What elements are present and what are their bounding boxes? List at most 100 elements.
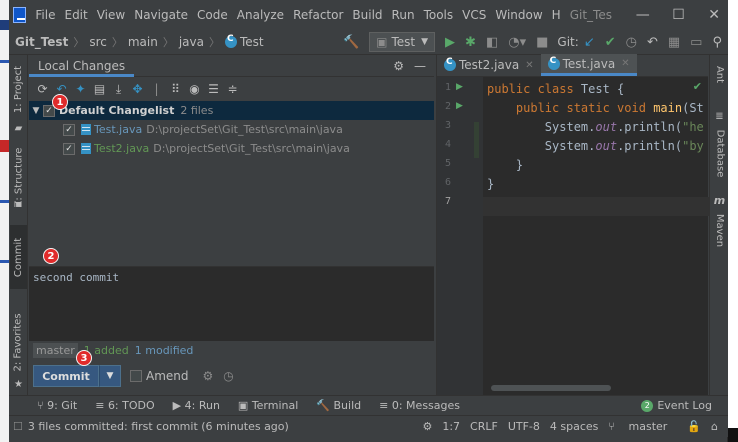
collapse-all-icon[interactable]: ≑ [223, 82, 242, 96]
menu-edit[interactable]: Edit [64, 8, 87, 22]
shelf-icon[interactable]: ▤ [90, 82, 109, 96]
menu-code[interactable]: Code [197, 8, 228, 22]
git-commit-icon[interactable]: ✔ [605, 35, 616, 50]
close-tab-icon[interactable]: ✕ [621, 58, 629, 69]
toggle-panels-icon[interactable]: ☐ [13, 420, 23, 433]
build-hammer-icon: 🔨 [316, 399, 334, 412]
menu-run[interactable]: Run [392, 8, 415, 22]
commit-options-chevron-down-icon[interactable]: ▼ [99, 365, 121, 387]
tab-maven[interactable]: Maven [711, 207, 728, 253]
line-separator[interactable]: CRLF [470, 420, 498, 433]
breadcrumb-file[interactable]: Test [224, 34, 264, 49]
indent-setting[interactable]: 4 spaces [550, 420, 599, 433]
star-icon: ★ [14, 378, 23, 390]
file-row[interactable]: ✓ Test2.java D:\projectSet\Git_Test\src\… [29, 139, 434, 158]
status-message[interactable]: 3 files committed: first commit (6 minut… [28, 420, 289, 433]
minimize-button[interactable]: — [629, 7, 657, 23]
file-encoding[interactable]: UTF-8 [508, 420, 540, 433]
branch-chip[interactable]: master [33, 343, 78, 358]
git-branch-widget[interactable]: ⑂ master [608, 420, 677, 433]
modified-count[interactable]: 1 modified [135, 344, 194, 357]
menu-vcs[interactable]: VCS [462, 8, 486, 22]
sync-icon[interactable]: ⚙ [422, 420, 432, 433]
stop-icon[interactable]: ■ [536, 35, 548, 50]
hide-panel-icon[interactable]: — [414, 59, 426, 73]
commit-button[interactable]: Commit [33, 365, 99, 387]
diff-icon[interactable]: ✦ [71, 82, 90, 96]
terminal-icon: ▣ [237, 399, 252, 412]
breadcrumb-src[interactable]: src [89, 35, 107, 49]
file-name: Test2.java [94, 142, 150, 155]
close-tab-icon[interactable]: ✕ [525, 60, 533, 71]
menu-build[interactable]: Build [352, 8, 382, 22]
group-by-icon[interactable]: ⠿ [166, 82, 185, 96]
search-icon[interactable]: ⚲ [712, 35, 722, 50]
file-row[interactable]: ✓ Test.java D:\projectSet\Git_Test\src\m… [29, 120, 434, 139]
menu-navigate[interactable]: Navigate [134, 8, 188, 22]
menu-tools[interactable]: Tools [424, 8, 454, 22]
amend-checkbox[interactable] [130, 370, 142, 382]
menu-file[interactable]: File [35, 8, 55, 22]
file-checkbox[interactable]: ✓ [63, 142, 75, 155]
git-rollback-icon[interactable]: ↶ [647, 35, 658, 50]
gear-icon[interactable]: ⚙ [393, 59, 404, 73]
profile-icon[interactable]: ◔▾ [508, 35, 526, 50]
git-update-icon[interactable]: ↙ [584, 35, 595, 50]
build-hammer-icon[interactable]: 🔨 [343, 35, 359, 50]
tool-terminal[interactable]: ▣ Terminal [238, 399, 298, 412]
debug-icon[interactable]: ✱ [465, 35, 476, 50]
editor-tab-test[interactable]: Test.java ✕ [540, 54, 637, 76]
status-widgets: ⚙ 1:7 CRLF UTF-8 4 spaces ⑂ master 🔓 ⌂ [422, 420, 728, 433]
horizontal-scrollbar[interactable] [491, 385, 611, 391]
tool-git[interactable]: ⑂ 9: Git [37, 399, 77, 412]
tab-project[interactable]: 1: Project [10, 57, 27, 121]
maximize-button[interactable]: ☐ [665, 7, 693, 23]
tool-todo[interactable]: ≡ 6: TODO [95, 399, 154, 412]
git-history-icon[interactable]: ◷ [626, 35, 637, 50]
tool-event-log[interactable]: 2 Event Log [641, 399, 712, 412]
editor-tab-test2[interactable]: Test2.java ✕ [437, 54, 541, 76]
move-icon[interactable]: ✥ [128, 82, 147, 96]
lock-icon[interactable]: 🔓 [687, 420, 701, 433]
commit-history-clock-icon[interactable]: ◷ [223, 369, 233, 383]
refresh-icon[interactable]: ⟳ [33, 82, 52, 96]
run-configuration-select[interactable]: ▣ Test ▼ [369, 32, 436, 52]
unshelve-icon[interactable]: ⤓ [109, 82, 128, 97]
run-icon[interactable]: ▶ [445, 35, 455, 50]
tab-ant[interactable]: Ant [711, 59, 728, 89]
tab-favorites[interactable]: 2: Favorites [10, 303, 27, 381]
breadcrumb-main[interactable]: main [128, 35, 158, 49]
menu-window[interactable]: Window [495, 8, 542, 22]
preview-icon[interactable]: ◉ [185, 82, 204, 96]
breadcrumb-project[interactable]: Git_Test [15, 35, 68, 49]
tool-build[interactable]: 🔨 Build [316, 399, 361, 412]
close-button[interactable]: ✕ [700, 7, 728, 23]
collapse-triangle-icon[interactable]: ▼ [29, 106, 43, 116]
expand-all-icon[interactable]: ☰ [204, 82, 223, 96]
presentation-icon[interactable]: ▭ [690, 35, 702, 50]
changelist-row[interactable]: ▼ ✓ Default Changelist 2 files [29, 101, 434, 120]
coverage-icon[interactable]: ◧ [486, 35, 498, 50]
memory-icon[interactable]: ⌂ [711, 420, 718, 433]
menu-view[interactable]: View [97, 8, 125, 22]
menu-refactor[interactable]: Refactor [293, 8, 343, 22]
amend-toggle[interactable]: Amend [130, 369, 189, 383]
run-gutter-icon[interactable]: ▶ [456, 82, 463, 92]
tab-commit[interactable]: Commit [10, 225, 27, 289]
inspection-ok-icon[interactable]: ✔ [693, 80, 702, 93]
code-area[interactable]: public class Test { public static void m… [487, 77, 709, 395]
commit-settings-gear-icon[interactable]: ⚙ [203, 369, 214, 383]
tool-run[interactable]: ▶ 4: Run [173, 399, 220, 412]
commit-message-field[interactable]: second commit [29, 266, 434, 341]
menu-analyze[interactable]: Analyze [237, 8, 284, 22]
class-icon [224, 34, 237, 48]
caret-position[interactable]: 1:7 [442, 420, 460, 433]
breadcrumb-java[interactable]: java [179, 35, 204, 49]
file-checkbox[interactable]: ✓ [63, 123, 75, 136]
tool-messages[interactable]: ≡ 0: Messages [379, 399, 460, 412]
project-structure-icon[interactable]: ▦ [668, 35, 680, 50]
run-gutter-icon[interactable]: ▶ [456, 101, 463, 111]
tab-local-changes[interactable]: Local Changes [29, 55, 135, 77]
tab-database[interactable]: Database [711, 123, 728, 183]
menu-help[interactable]: H [552, 8, 561, 22]
